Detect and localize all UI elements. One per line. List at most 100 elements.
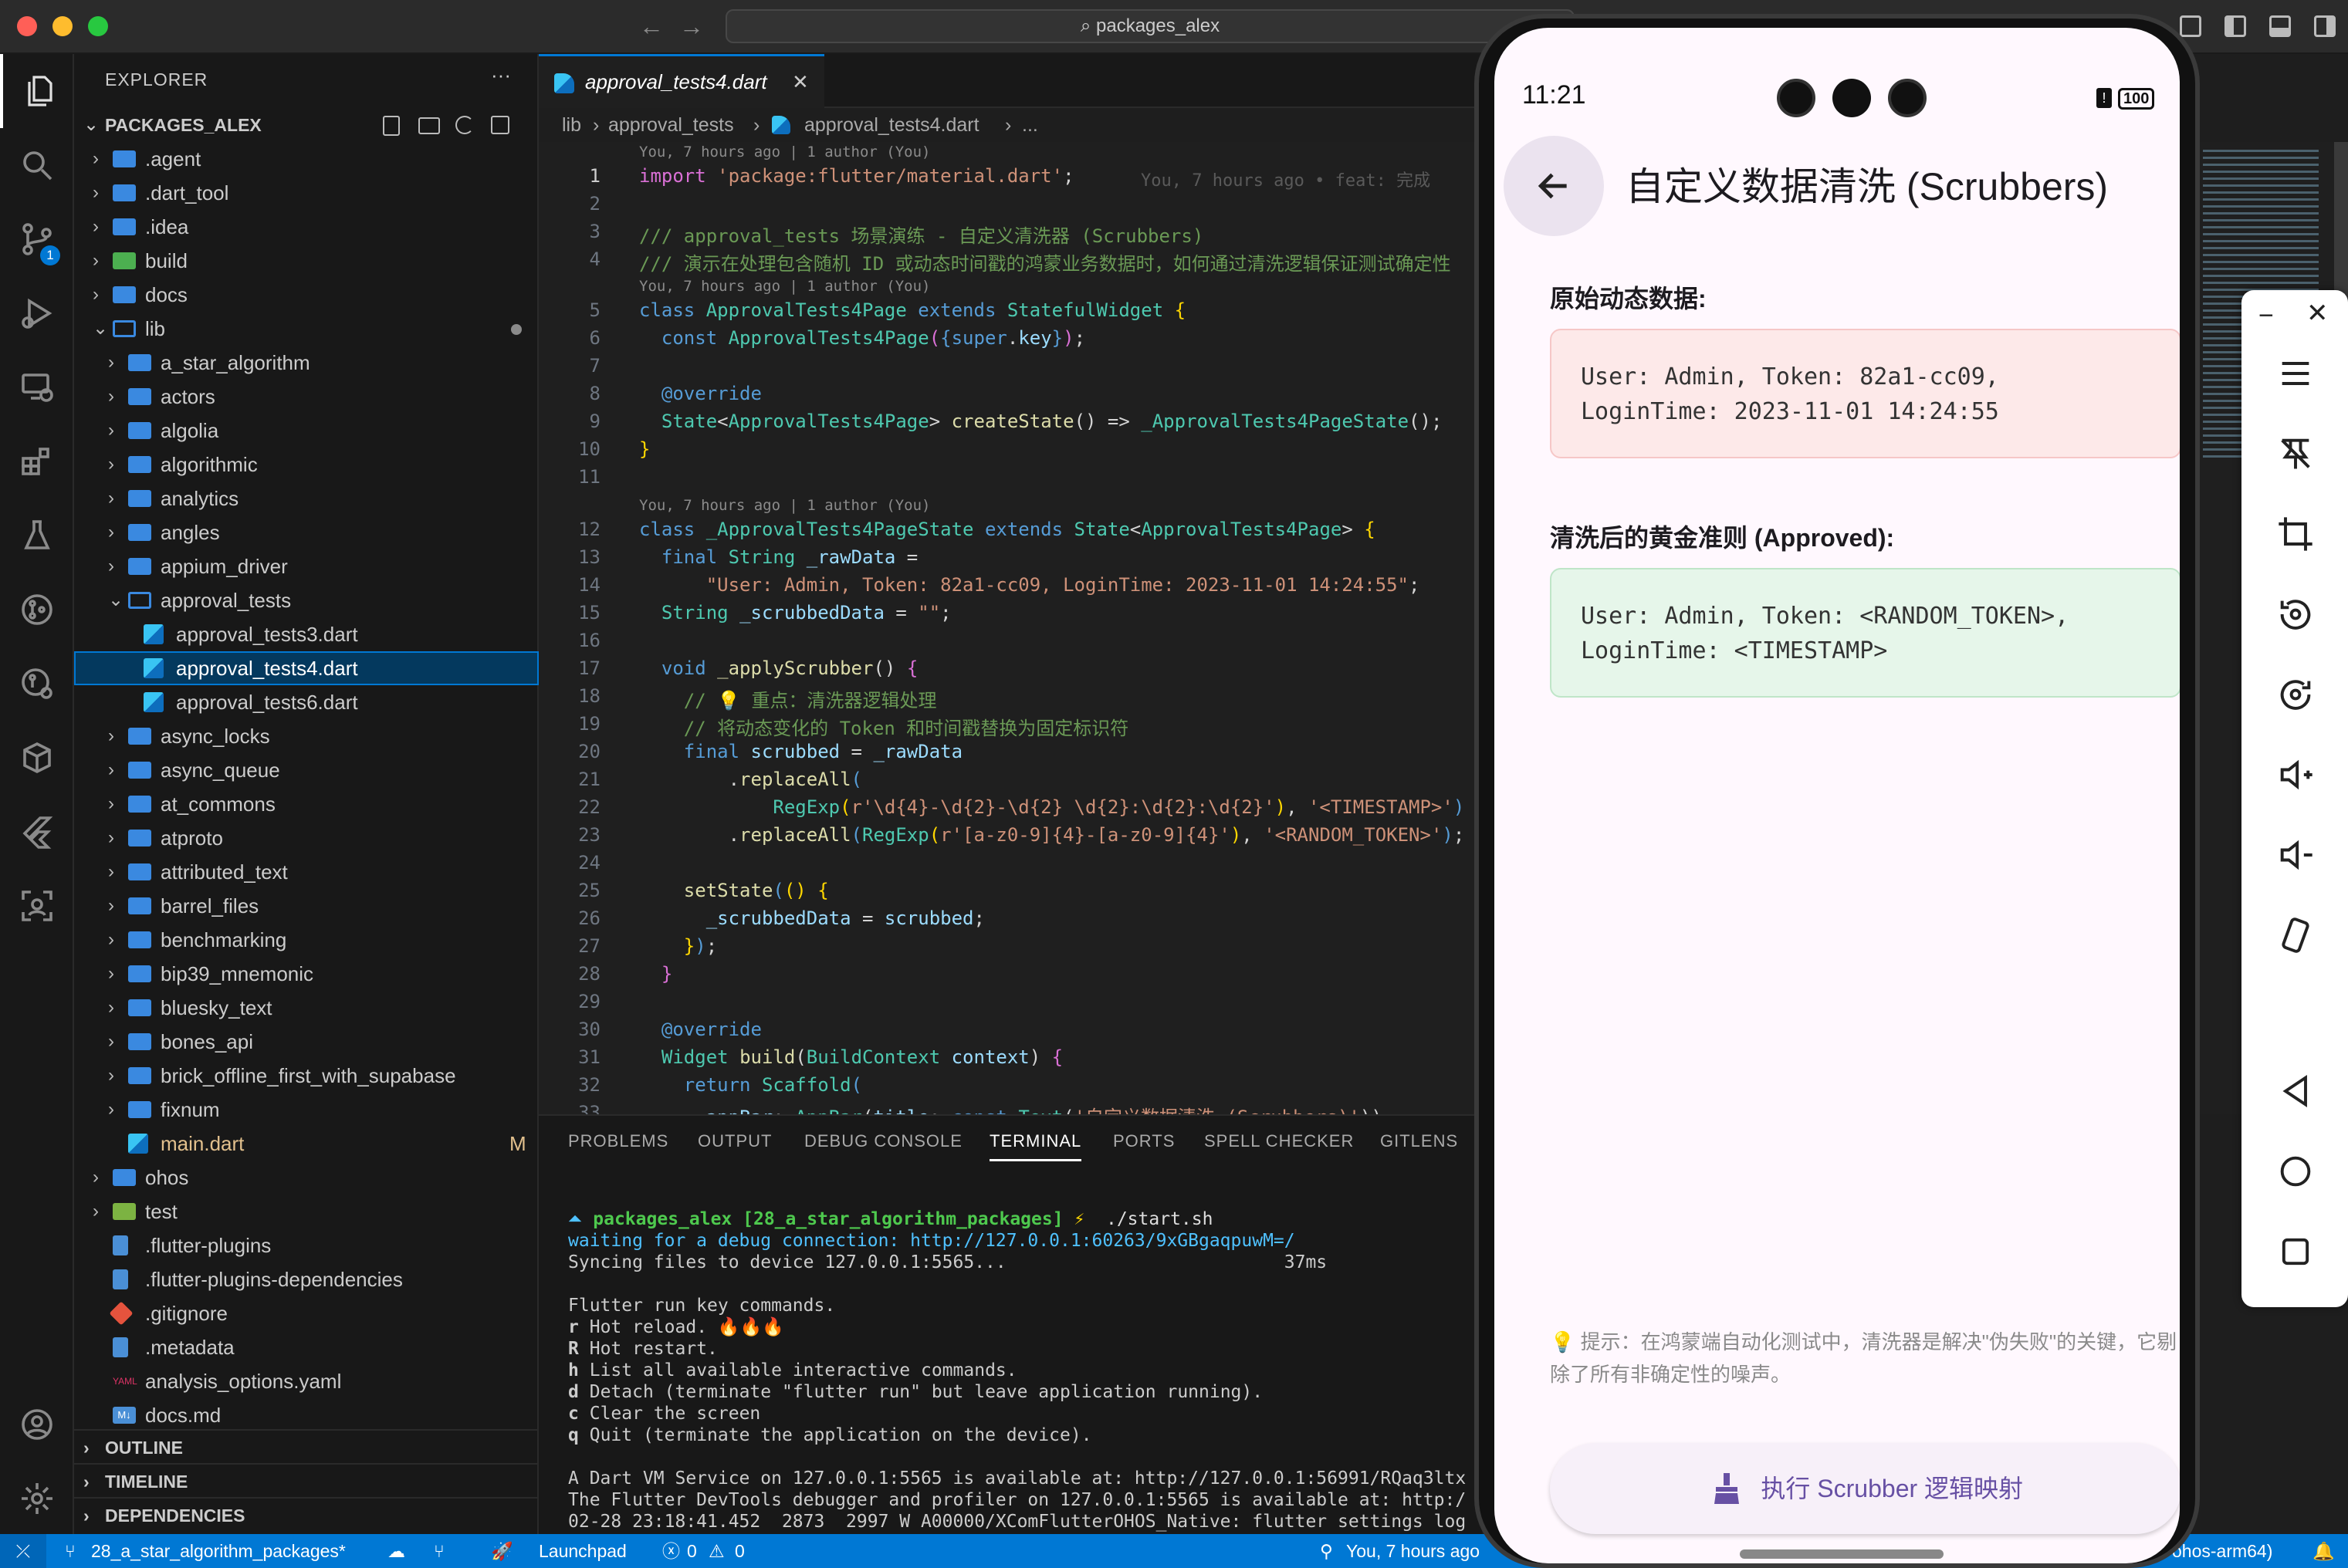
tree-file[interactable]: .flutter-plugins-dependencies	[74, 1262, 539, 1296]
source-control-icon[interactable]: 1	[0, 202, 74, 276]
outline-section[interactable]: › OUTLINE	[74, 1429, 539, 1463]
tree-folder[interactable]: › analytics	[74, 482, 539, 515]
tree-folder[interactable]: › brick_offline_first_with_supabase	[74, 1059, 539, 1093]
error-count[interactable]: 0	[687, 1534, 697, 1568]
home-indicator[interactable]	[1740, 1549, 1944, 1559]
branch-name[interactable]: 28_a_star_algorithm_packages*	[91, 1534, 346, 1568]
tree-folder[interactable]: › fixnum	[74, 1093, 539, 1127]
tree-folder[interactable]: › async_locks	[74, 719, 539, 753]
warning-count[interactable]: 0	[735, 1534, 745, 1568]
toggle-panel-icon[interactable]	[2269, 15, 2291, 37]
screen-rotate-icon[interactable]	[2275, 915, 2316, 955]
dependencies-section[interactable]: › DEPENDENCIES	[74, 1497, 539, 1531]
new-file-icon[interactable]	[383, 116, 400, 136]
tree-folder[interactable]: › .idea	[74, 210, 539, 244]
remote-indicator-icon[interactable]: ⤫	[0, 1534, 46, 1568]
toggle-secondary-sidebar-icon[interactable]	[2314, 15, 2336, 37]
tree-folder[interactable]: › bip39_mnemonic	[74, 957, 539, 991]
forward-arrow-icon[interactable]: →	[679, 9, 704, 43]
status-platform[interactable]: ohos-arm64)	[2172, 1534, 2272, 1568]
recents-square-icon[interactable]	[2275, 1232, 2316, 1272]
tree-folder[interactable]: › actors	[74, 380, 539, 414]
explorer-more-actions[interactable]: ···	[491, 63, 511, 87]
volume-up-icon[interactable]	[2275, 755, 2316, 795]
panel-tab-problems[interactable]: PROBLEMS	[568, 1131, 668, 1151]
screenshot-scan-icon[interactable]	[0, 869, 74, 943]
tree-file[interactable]: .flutter-plugins	[74, 1228, 539, 1262]
command-center-search[interactable]: ⌕ packages_alex	[726, 9, 1575, 43]
tree-folder[interactable]: › attributed_text	[74, 855, 539, 889]
gitlens-icon[interactable]	[0, 573, 74, 647]
timeline-section[interactable]: › TIMELINE	[74, 1463, 539, 1497]
sync-cloud-icon[interactable]: ☁	[387, 1534, 405, 1568]
tree-folder[interactable]: › test	[74, 1195, 539, 1228]
panel-tab-output[interactable]: OUTPUT	[698, 1131, 772, 1151]
pin-off-icon[interactable]	[2275, 434, 2316, 474]
tree-folder[interactable]: › .dart_tool	[74, 176, 539, 210]
codelens-blame[interactable]: You, 7 hours ago | 1 author (You)	[639, 278, 931, 295]
tree-file[interactable]: YAML analysis_options.yaml	[74, 1364, 539, 1398]
tab-approval-tests4[interactable]: approval_tests4.dart ✕	[539, 54, 824, 108]
tree-folder[interactable]: ⌄ approval_tests	[74, 583, 539, 617]
tree-folder[interactable]: › appium_driver	[74, 549, 539, 583]
tree-folder[interactable]: › build	[74, 244, 539, 278]
close-window-button[interactable]	[17, 16, 37, 36]
search-icon[interactable]	[0, 128, 74, 202]
run-scrubber-button[interactable]: 执行 Scrubber 逻辑映射	[1550, 1443, 2180, 1534]
panel-tab-spell-checker[interactable]: SPELL CHECKER	[1204, 1131, 1354, 1151]
back-arrow-icon[interactable]: ←	[639, 9, 664, 43]
tree-file[interactable]: .metadata	[74, 1330, 539, 1364]
breadcrumb-symbol[interactable]: ...	[1022, 108, 1038, 142]
tree-folder[interactable]: ⌄ lib	[74, 312, 539, 346]
tree-folder[interactable]: › at_commons	[74, 787, 539, 821]
toggle-sidebar-icon[interactable]	[2225, 15, 2246, 37]
tree-folder[interactable]: › angles	[74, 515, 539, 549]
tree-file[interactable]: .gitignore	[74, 1296, 539, 1330]
status-blame[interactable]: You, 7 hours ago	[1346, 1534, 1480, 1568]
minimize-window-button[interactable]	[52, 16, 73, 36]
run-debug-icon[interactable]	[0, 276, 74, 350]
gitlens-inspect-icon[interactable]	[0, 647, 74, 721]
package-icon[interactable]	[0, 721, 74, 795]
breadcrumb-approval-tests[interactable]: approval_tests	[608, 108, 734, 142]
accounts-icon[interactable]	[0, 1387, 74, 1462]
minimize-emulator-icon[interactable]: −	[2258, 301, 2274, 331]
new-folder-icon[interactable]	[418, 117, 440, 134]
tree-file[interactable]: main.dart M	[74, 1127, 539, 1161]
close-emulator-icon[interactable]: ✕	[2306, 298, 2329, 329]
zoom-window-button[interactable]	[88, 16, 108, 36]
flutter-icon[interactable]	[0, 795, 74, 869]
refresh-icon[interactable]	[455, 116, 474, 134]
customize-layout-icon[interactable]	[2180, 15, 2201, 37]
panel-tab-debug-console[interactable]: DEBUG CONSOLE	[804, 1131, 963, 1151]
breadcrumb-lib[interactable]: lib	[562, 108, 581, 142]
volume-down-icon[interactable]	[2275, 835, 2316, 875]
explorer-icon[interactable]	[0, 54, 74, 128]
tree-folder[interactable]: › barrel_files	[74, 889, 539, 923]
panel-tab-gitlens[interactable]: GITLENS	[1380, 1131, 1458, 1151]
tree-folder[interactable]: › atproto	[74, 821, 539, 855]
menu-icon[interactable]	[2275, 353, 2316, 394]
tree-file[interactable]: M↓ docs.md	[74, 1398, 539, 1432]
collapse-all-icon[interactable]	[491, 116, 509, 134]
tree-folder[interactable]: › algorithmic	[74, 448, 539, 482]
tree-folder[interactable]: › bones_api	[74, 1025, 539, 1059]
crop-icon[interactable]	[2275, 514, 2316, 554]
back-button[interactable]	[1504, 136, 1604, 236]
rotate-clockwise-icon[interactable]	[2275, 674, 2316, 715]
tree-folder[interactable]: › bluesky_text	[74, 991, 539, 1025]
tree-folder[interactable]: › docs	[74, 278, 539, 312]
extensions-icon[interactable]	[0, 424, 74, 498]
terminal[interactable]: ⏶ packages_alex [28_a_star_algorithm_pac…	[568, 1187, 1466, 1534]
tree-folder[interactable]: › async_queue	[74, 753, 539, 787]
tree-folder[interactable]: › algolia	[74, 414, 539, 448]
tree-folder[interactable]: › benchmarking	[74, 923, 539, 957]
launchpad-label[interactable]: Launchpad	[539, 1534, 627, 1568]
tree-file[interactable]: approval_tests4.dart	[74, 651, 539, 685]
testing-flask-icon[interactable]	[0, 498, 74, 573]
tree-file[interactable]: approval_tests3.dart	[74, 617, 539, 651]
panel-tab-terminal[interactable]: TERMINAL	[990, 1131, 1082, 1161]
tree-folder[interactable]: › a_star_algorithm	[74, 346, 539, 380]
remote-explorer-icon[interactable]	[0, 350, 74, 424]
codelens-blame[interactable]: You, 7 hours ago | 1 author (You)	[639, 144, 931, 161]
